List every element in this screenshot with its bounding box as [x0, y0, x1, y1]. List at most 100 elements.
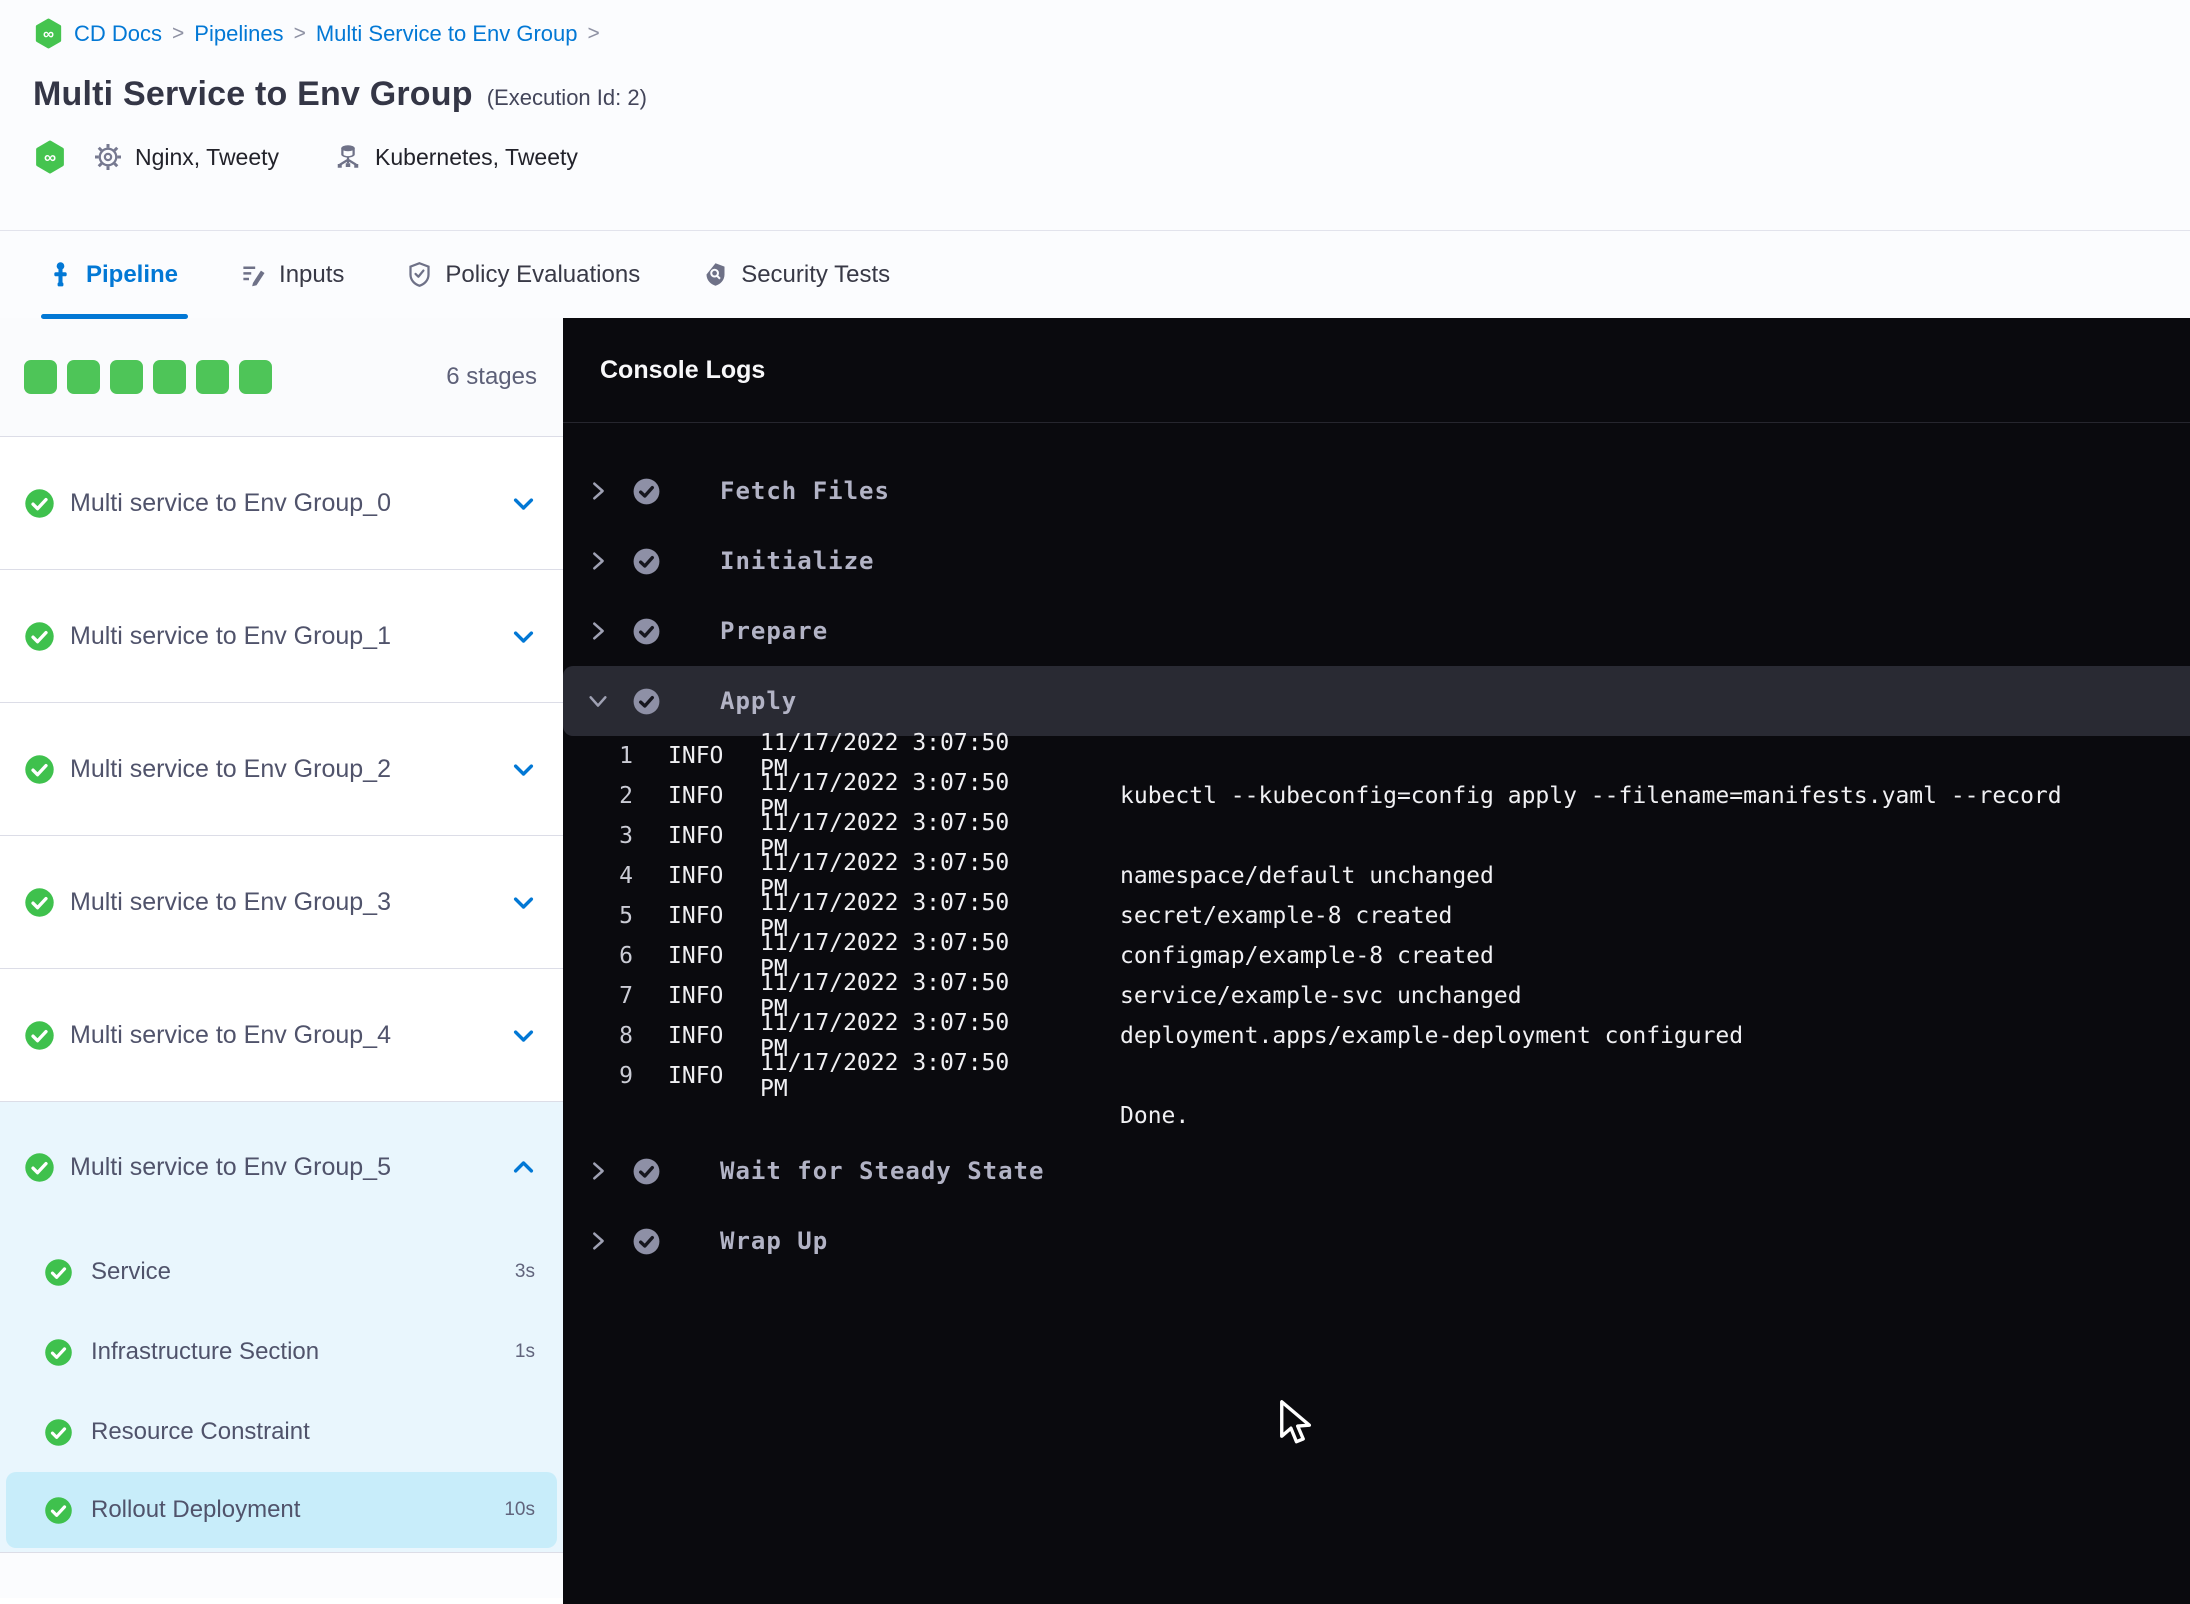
svg-text:∞: ∞: [44, 148, 56, 167]
log-section-wrap-up[interactable]: Wrap Up: [563, 1206, 2190, 1276]
log-level: INFO: [668, 983, 724, 1009]
log-section-label: Wait for Steady State: [720, 1157, 1045, 1185]
success-check-icon: [44, 1496, 73, 1525]
log-message: deployment.apps/example-deployment confi…: [1120, 1023, 1744, 1049]
stage-label: Multi service to Env Group_2: [70, 754, 391, 783]
chevron-right-icon[interactable]: [587, 550, 609, 572]
mouse-cursor-icon: [1278, 1400, 1318, 1451]
log-timestamp: 11/17/2022 3:07:50 PM: [760, 1050, 1010, 1102]
stage-row-4[interactable]: Multi service to Env Group_4: [0, 969, 563, 1102]
breadcrumb-pipelines[interactable]: Pipelines: [194, 21, 283, 47]
log-level: INFO: [668, 823, 724, 849]
stage-label: Multi service to Env Group_5: [70, 1152, 391, 1181]
stage-row-3[interactable]: Multi service to Env Group_3: [0, 836, 563, 969]
tab-policy-evaluations[interactable]: Policy Evaluations: [406, 231, 640, 319]
chevron-right-icon[interactable]: [587, 480, 609, 502]
log-line-done: Done.: [563, 1096, 2190, 1136]
step-row-rollout-deployment[interactable]: Rollout Deployment 10s: [6, 1472, 557, 1548]
chevron-down-icon[interactable]: [510, 889, 537, 916]
stages-summary: 6 stages: [0, 318, 563, 437]
step-label: Resource Constraint: [91, 1418, 310, 1445]
chevron-right-icon[interactable]: [587, 1230, 609, 1252]
log-section-prepare[interactable]: Prepare: [563, 596, 2190, 666]
chevron-down-icon[interactable]: [510, 1022, 537, 1049]
step-row-resource-constraint[interactable]: Resource Constraint: [0, 1392, 563, 1472]
title-row: Multi Service to Env Group (Execution Id…: [33, 75, 2190, 114]
success-check-icon: [24, 1020, 55, 1051]
breadcrumb-pipeline-name[interactable]: Multi Service to Env Group: [316, 21, 578, 47]
tab-inputs-label: Inputs: [279, 260, 345, 288]
services-row: ∞ Nginx, Tweety Kubernetes, Tweety: [33, 140, 2190, 174]
log-line-number: 3: [619, 823, 633, 849]
inputs-icon: [240, 261, 267, 288]
step-success-badge-icon: [631, 616, 662, 647]
log-section-label: Fetch Files: [720, 477, 890, 505]
log-section-label: Wrap Up: [720, 1227, 829, 1255]
svg-text:∞: ∞: [43, 26, 54, 43]
log-level: INFO: [668, 1023, 724, 1049]
breadcrumb-cd-docs[interactable]: CD Docs: [74, 21, 162, 47]
success-check-icon: [24, 621, 55, 652]
log-level: INFO: [668, 1063, 724, 1089]
log-level: INFO: [668, 743, 724, 769]
log-line-number: 2: [619, 783, 633, 809]
stage-row-1[interactable]: Multi service to Env Group_1: [0, 570, 563, 703]
tab-inputs[interactable]: Inputs: [240, 231, 344, 319]
log-level: INFO: [668, 783, 724, 809]
stage-row-2[interactable]: Multi service to Env Group_2: [0, 703, 563, 836]
log-level: INFO: [668, 943, 724, 969]
log-line-number: 5: [619, 903, 633, 929]
step-row-service[interactable]: Service 3s: [0, 1232, 563, 1312]
security-shield-icon: [702, 261, 729, 288]
log-line-number: 7: [619, 983, 633, 1009]
page-title: Multi Service to Env Group: [33, 75, 473, 113]
console-logs-title: Console Logs: [600, 355, 766, 384]
page-header: ∞ CD Docs > Pipelines > Multi Service to…: [0, 0, 2190, 230]
log-section-fetch-files[interactable]: Fetch Files: [563, 456, 2190, 526]
cd-hexagon-icon: ∞: [33, 140, 67, 174]
stage-count-label: 6 stages: [446, 363, 537, 390]
chevron-down-icon[interactable]: [510, 623, 537, 650]
step-success-badge-icon: [631, 476, 662, 507]
log-section-initialize[interactable]: Initialize: [563, 526, 2190, 596]
log-section-label: Prepare: [720, 617, 829, 645]
log-message: configmap/example-8 created: [1120, 943, 1494, 969]
chevron-down-icon[interactable]: [587, 690, 609, 712]
tab-policy-evaluations-label: Policy Evaluations: [445, 260, 641, 288]
breadcrumb-separator: >: [293, 21, 306, 45]
log-line-number: 1: [619, 743, 633, 769]
stage-label: Multi service to Env Group_1: [70, 621, 391, 650]
tab-security-tests[interactable]: Security Tests: [702, 231, 890, 319]
log-section-wait-for-steady-state[interactable]: Wait for Steady State: [563, 1136, 2190, 1206]
stage-square: [239, 360, 272, 394]
step-success-badge-icon: [631, 1226, 662, 1257]
step-row-infrastructure[interactable]: Infrastructure Section 1s: [0, 1312, 563, 1392]
services-gear-icon: [93, 142, 123, 172]
stage-row-0[interactable]: Multi service to Env Group_0: [0, 437, 563, 570]
step-success-badge-icon: [631, 686, 662, 717]
log-line-number: 6: [619, 943, 633, 969]
log-line: 9 INFO 11/17/2022 3:07:50 PM: [563, 1050, 2190, 1102]
step-duration: 3s: [514, 1261, 535, 1282]
chevron-up-icon[interactable]: [510, 1154, 537, 1181]
stage-group-expanded: Multi service to Env Group_5 Service 3s …: [0, 1102, 563, 1553]
cd-module-icon: ∞: [33, 18, 64, 49]
success-check-icon: [44, 1338, 73, 1367]
log-section-apply[interactable]: Apply: [563, 666, 2190, 736]
chevron-down-icon[interactable]: [510, 490, 537, 517]
stage-label: Multi service to Env Group_4: [70, 1020, 391, 1049]
chevron-down-icon[interactable]: [510, 756, 537, 783]
tab-security-tests-label: Security Tests: [741, 260, 891, 288]
success-check-icon: [24, 887, 55, 918]
step-label: Rollout Deployment: [91, 1496, 301, 1523]
breadcrumb: ∞ CD Docs > Pipelines > Multi Service to…: [33, 0, 2190, 49]
chevron-right-icon[interactable]: [587, 620, 609, 642]
execution-id: (Execution Id: 2): [486, 85, 647, 110]
tab-pipeline[interactable]: Pipeline: [40, 231, 189, 319]
stage-label: Multi service to Env Group_0: [70, 488, 391, 517]
console-logs-panel: Console Logs Fetch Files Initialize Prep…: [563, 318, 2190, 1604]
stage-row-5[interactable]: Multi service to Env Group_5: [0, 1102, 563, 1232]
chevron-right-icon[interactable]: [587, 1160, 609, 1182]
success-check-icon: [24, 488, 55, 519]
console-body: Fetch Files Initialize Prepare Apply 1 I…: [563, 423, 2190, 1276]
